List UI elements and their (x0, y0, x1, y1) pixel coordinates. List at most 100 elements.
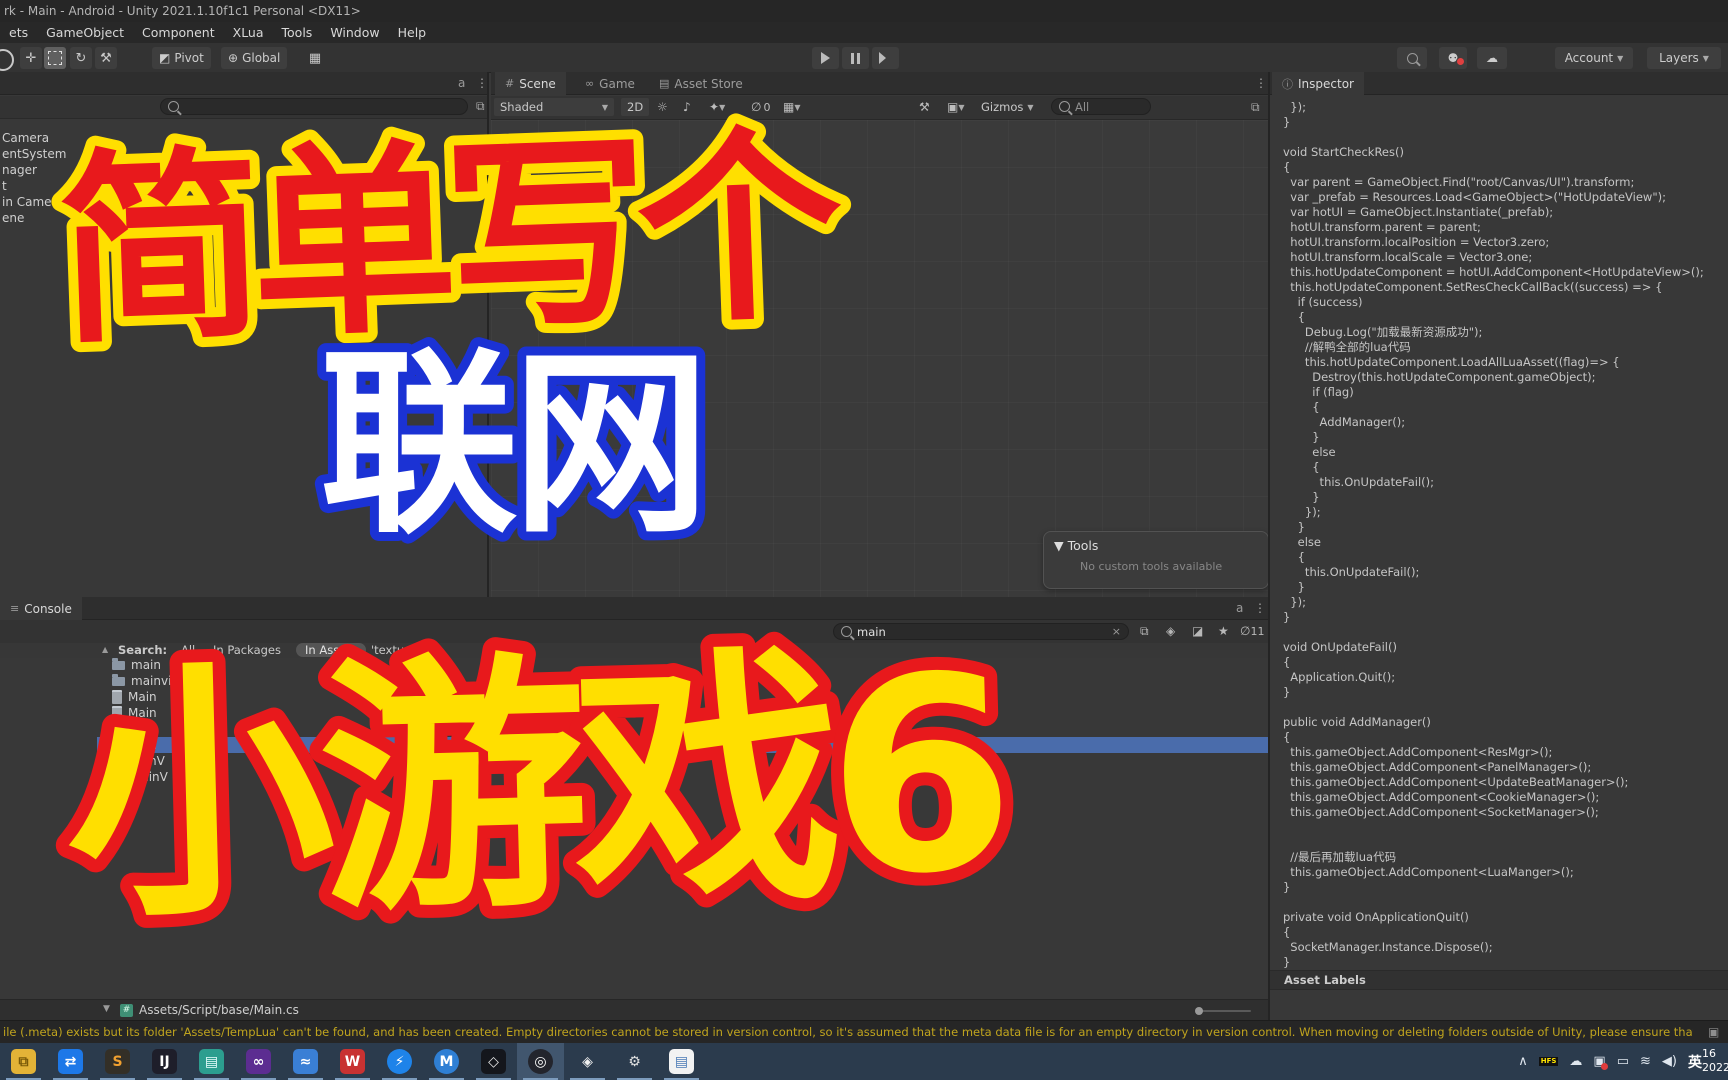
pause-button[interactable] (842, 47, 869, 69)
clear-search-icon[interactable]: × (1112, 625, 1121, 638)
blue-swoosh-app-icon[interactable]: ≈ (282, 1043, 329, 1080)
shading-mode-dropdown[interactable]: Shaded ▼ (494, 98, 614, 116)
maximize-icon[interactable]: ⧉ (1251, 100, 1260, 115)
lighting-toggle-icon[interactable]: ☼ (653, 98, 672, 116)
obs-studio-icon[interactable]: ◎ (517, 1043, 564, 1080)
filter-in-assets[interactable]: In Assets (296, 643, 366, 657)
step-button[interactable] (872, 47, 899, 69)
play-button[interactable] (812, 47, 839, 69)
editor-search-button[interactable] (1397, 47, 1427, 69)
project-result-row[interactable]: main (97, 657, 1268, 673)
hfs-icon[interactable]: HFS (1538, 1056, 1559, 1067)
thumbnail-zoom-slider[interactable] (1195, 1007, 1251, 1015)
panel-menu-icon[interactable]: ⋮ (1254, 601, 1266, 615)
rotate-tool-icon[interactable]: ↻ (70, 47, 92, 69)
custom-tool-icon[interactable]: ⚒ (95, 47, 117, 69)
visual-studio-icon[interactable]: ∞ (235, 1043, 282, 1080)
scene-viewport[interactable]: ▼ Tools No custom tools available (491, 120, 1269, 597)
tab-game[interactable]: ∞ Game (575, 72, 645, 95)
battery-icon[interactable]: ▭ (1617, 1054, 1629, 1069)
project-result-row[interactable]: MainV (97, 769, 1268, 785)
hierarchy-item-fragment[interactable]: Camera (2, 130, 66, 146)
filter-in-packages[interactable]: In Packages (213, 643, 281, 657)
view-tool-icon[interactable] (0, 49, 14, 71)
effects-dropdown-icon[interactable]: ✦ ▼ (705, 98, 729, 116)
2d-toggle-button[interactable]: 2D (621, 98, 650, 116)
label-filter-icon[interactable]: ◪ (1192, 622, 1203, 640)
menu-item[interactable]: Help (389, 23, 436, 43)
asset-labels-header[interactable]: Asset Labels (1270, 970, 1728, 990)
slider-handle[interactable] (1195, 1007, 1203, 1015)
hierarchy-item-fragment[interactable]: entSystem (2, 146, 66, 162)
scene-search-field[interactable]: All (1051, 98, 1151, 115)
taskbar-clock[interactable]: 16 2022 (1702, 1047, 1728, 1075)
rect-tool-icon[interactable] (44, 47, 66, 69)
menu-item[interactable]: Component (133, 23, 224, 43)
unity-hub-icon[interactable]: ◇ (470, 1043, 517, 1080)
tray-expand-icon[interactable]: ∧ (1518, 1054, 1528, 1069)
settings-icon[interactable]: ⚙ (611, 1043, 658, 1080)
panel-menu-icon[interactable]: ⋮ (476, 76, 488, 90)
ime-english-icon[interactable]: 英 (1688, 1052, 1702, 1072)
scene-tools-icon[interactable]: ⚒ (915, 98, 934, 116)
lock-icon[interactable]: a (458, 76, 465, 90)
tools-overlay-header[interactable]: ▼ Tools (1054, 538, 1098, 553)
wps-office-icon[interactable]: W (329, 1043, 376, 1080)
account-dropdown[interactable]: Account ▼ (1555, 47, 1633, 69)
tab-scene[interactable]: # Scene (495, 72, 566, 95)
status-message[interactable]: ile (.meta) exists but its folder 'Asset… (3, 1025, 1693, 1039)
cloud-button[interactable]: ☁ (1477, 47, 1507, 69)
project-result-row[interactable]: Main (97, 721, 1268, 737)
menu-item[interactable]: XLua (224, 23, 273, 43)
collapse-arrow-icon[interactable]: ▲ (102, 645, 108, 654)
teamviewer-icon[interactable]: ⇄ (47, 1043, 94, 1080)
hierarchy-item-fragment[interactable]: in Camera (2, 194, 66, 210)
breadcrumb-arrow-icon[interactable]: ▼ (103, 1004, 110, 1014)
unity-editor-icon[interactable]: ◈ (564, 1043, 611, 1080)
grid-snap-icon[interactable]: ▦ (304, 47, 326, 69)
move-tool-icon[interactable]: ✛ (20, 47, 42, 69)
filter-all[interactable]: All (181, 643, 195, 657)
tab-inspector[interactable]: ⓘ Inspector (1272, 72, 1364, 95)
volume-icon[interactable]: ◀) (1662, 1054, 1677, 1069)
console-status-icon[interactable]: ▣ (1708, 1025, 1719, 1039)
hierarchy-item-fragment[interactable]: ene (2, 210, 66, 226)
favorites-filter-icon[interactable]: ★ (1218, 622, 1229, 640)
hidden-objects-icon[interactable]: ∅ 0 (747, 98, 774, 116)
file-explorer-icon[interactable]: ⧉ (0, 1043, 47, 1080)
project-result-row[interactable]: Main (97, 689, 1268, 705)
lock-icon[interactable]: a (1236, 601, 1243, 615)
intellij-idea-icon[interactable]: IJ (141, 1043, 188, 1080)
gizmos-dropdown[interactable]: Gizmos ▼ (975, 98, 1047, 116)
collab-button[interactable]: ⚉ (1439, 47, 1467, 69)
menu-item[interactable]: ets (0, 23, 37, 43)
pivot-toggle-button[interactable]: ◩ Pivot (152, 47, 211, 69)
tab-asset-store[interactable]: ▤ Asset Store (649, 72, 753, 95)
tab-console[interactable]: ≡ Console (0, 597, 82, 620)
project-search-field[interactable]: × (833, 623, 1129, 640)
maximize-icon[interactable]: ⧉ (476, 99, 485, 114)
hierarchy-search-field[interactable] (160, 98, 468, 115)
menu-item[interactable]: Window (321, 23, 388, 43)
project-search-input[interactable] (857, 624, 1107, 639)
hierarchy-search-input[interactable] (184, 99, 460, 114)
project-result-row[interactable]: MainV (97, 753, 1268, 769)
audio-toggle-icon[interactable]: ♪ (679, 98, 695, 116)
sublime-text-icon[interactable]: S (94, 1043, 141, 1080)
hierarchy-item-fragment[interactable]: nager (2, 162, 66, 178)
wifi-icon[interactable]: ≋ (1640, 1054, 1651, 1069)
card-app-icon[interactable]: ▤ (188, 1043, 235, 1080)
m-app-icon[interactable]: M (423, 1043, 470, 1080)
thunder-icon[interactable]: ⚡ (376, 1043, 423, 1080)
display-alert-icon[interactable]: ▣ (1593, 1054, 1609, 1070)
hidden-count-icon[interactable]: ∅ 11 (1240, 622, 1264, 640)
menu-item[interactable]: GameObject (37, 23, 133, 43)
layers-dropdown[interactable]: Layers ▼ (1647, 47, 1721, 69)
asset-type-icon[interactable]: ◈ (1166, 622, 1175, 640)
project-result-row[interactable]: Main (97, 737, 1268, 753)
scene-camera-icon[interactable]: ▣ ▼ (943, 98, 969, 116)
menu-item[interactable]: Tools (273, 23, 322, 43)
panel-menu-icon[interactable]: ⋮ (1255, 76, 1267, 90)
notepad-icon[interactable]: ▤ (658, 1043, 705, 1080)
open-asset-icon[interactable]: ⧉ (1140, 622, 1149, 640)
